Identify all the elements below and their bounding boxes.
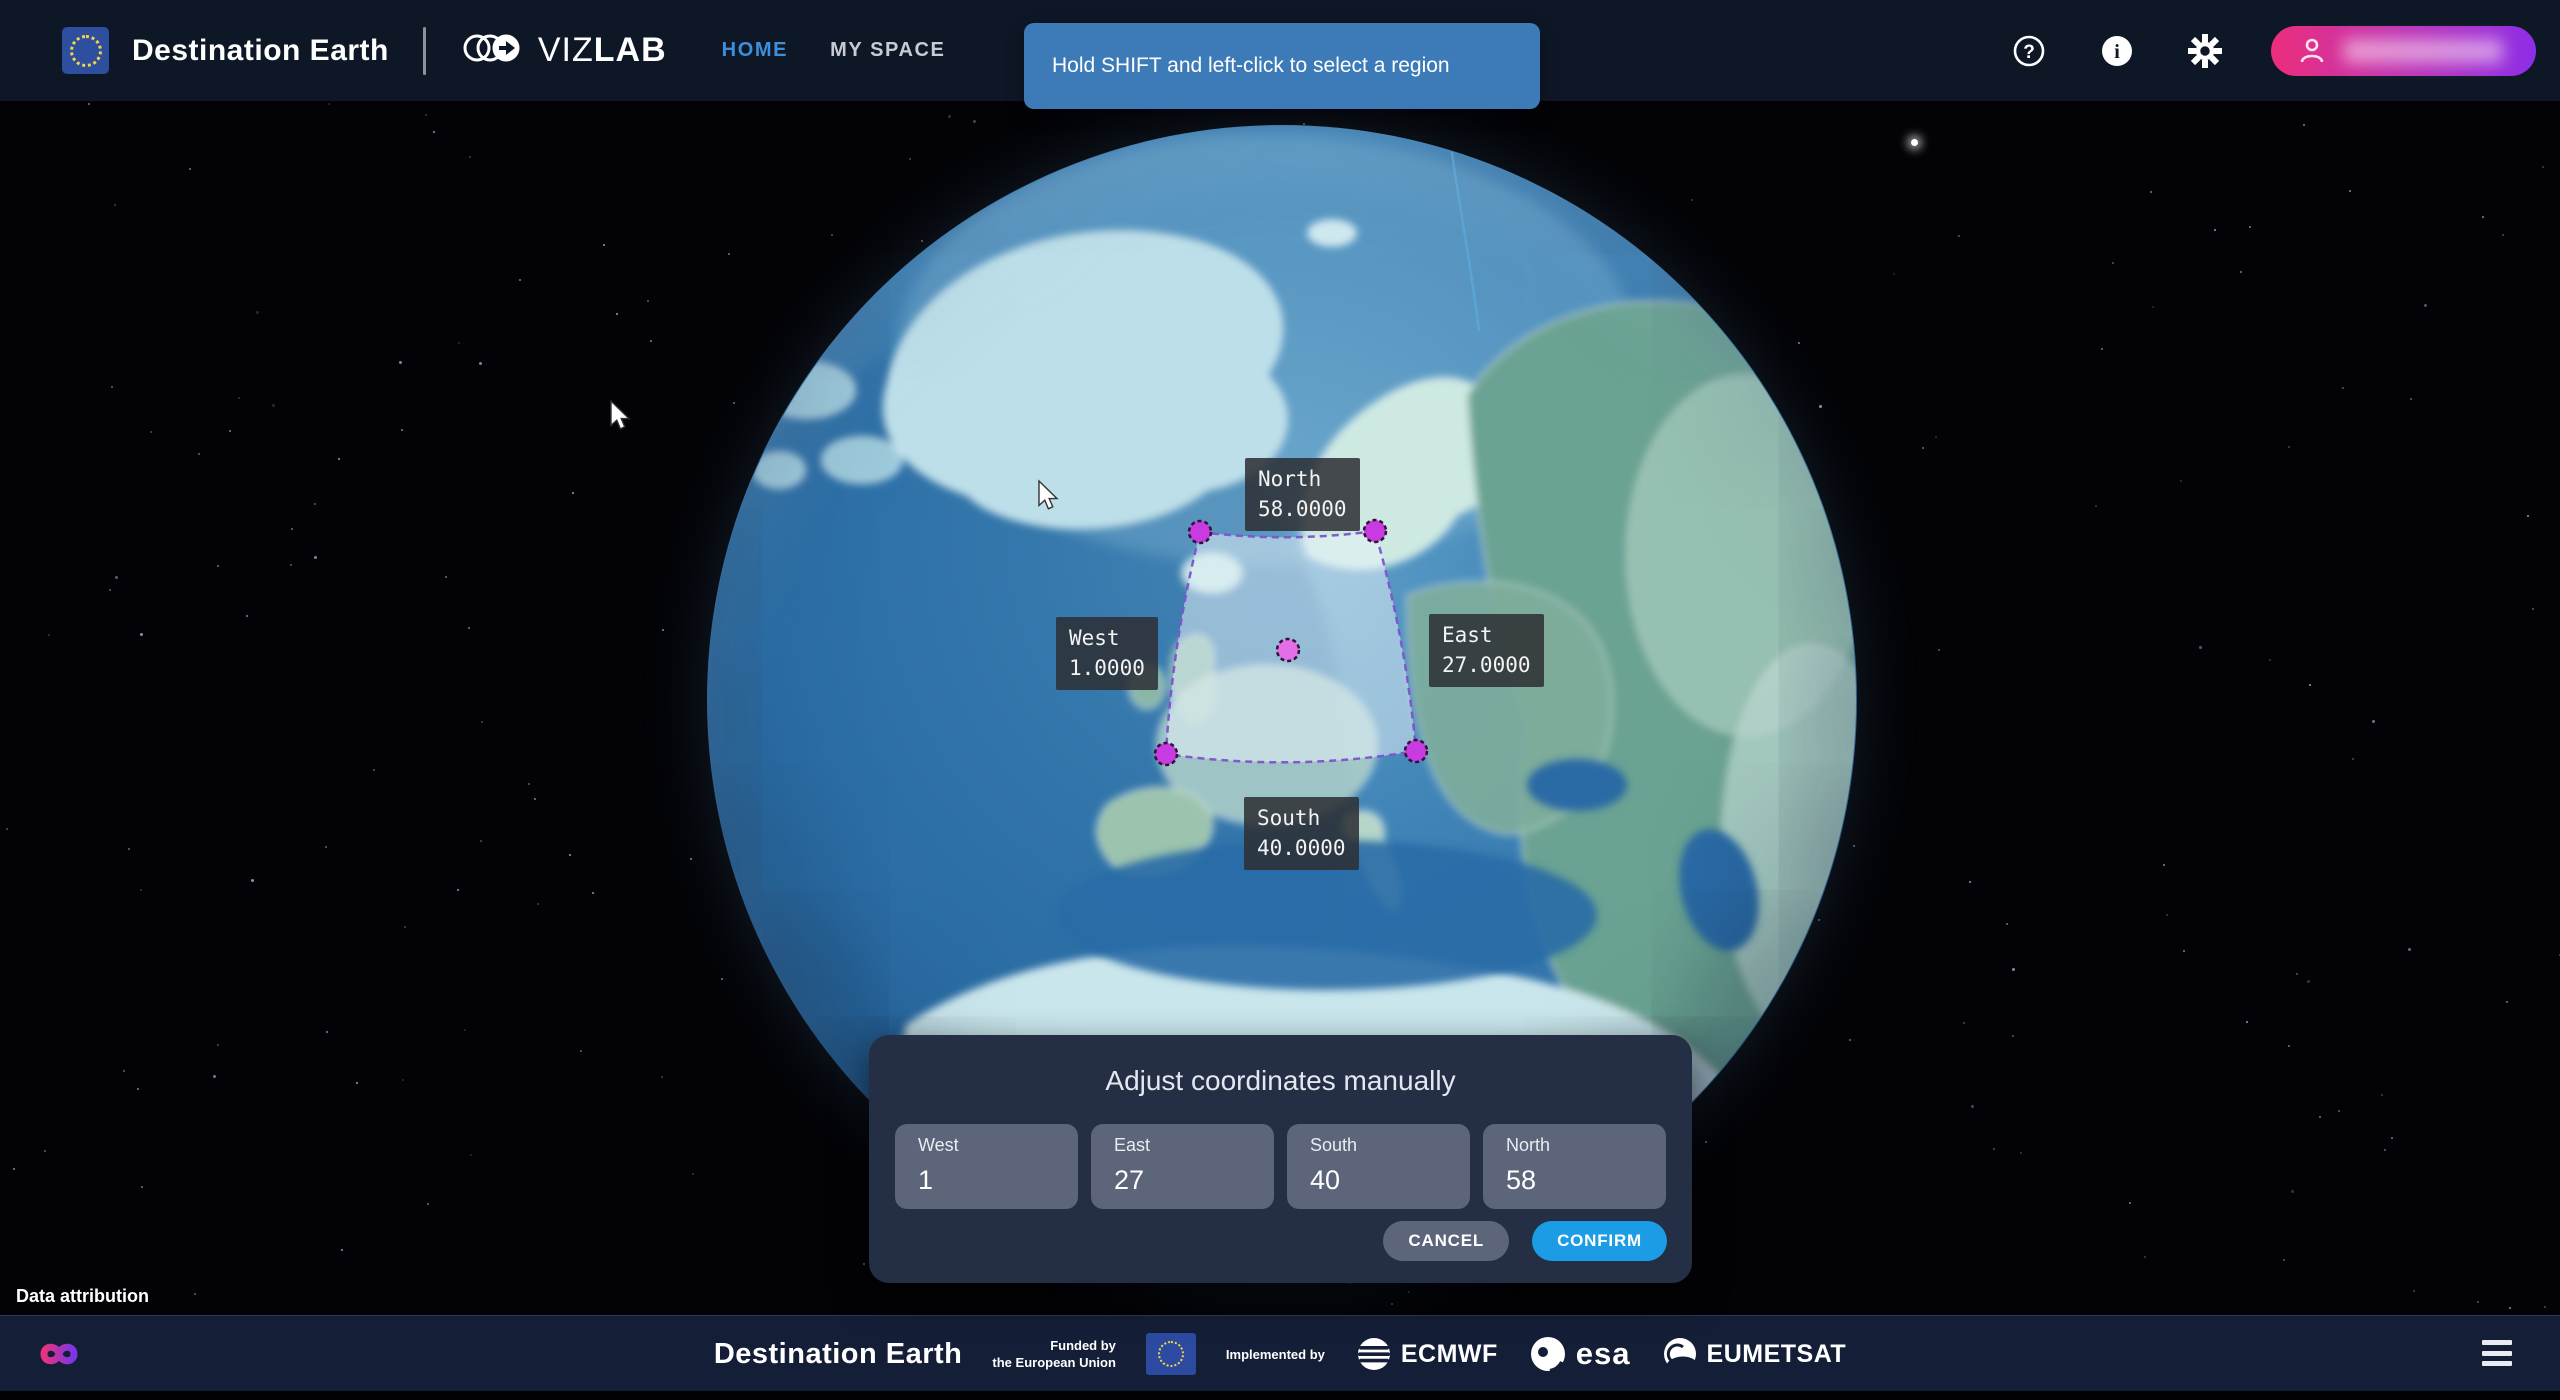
eumetsat-icon xyxy=(1661,1335,1699,1373)
panel-title: Adjust coordinates manually xyxy=(895,1065,1666,1097)
vizlab-wordmark: VIZLAB xyxy=(538,31,667,70)
coord-label-south: South 40.0000 xyxy=(1244,797,1359,870)
coord-label-east: East 27.0000 xyxy=(1429,614,1544,687)
implemented-by-text: Implemented by xyxy=(1226,1347,1325,1362)
tab-my-space[interactable]: MY SPACE xyxy=(830,39,945,62)
person-icon xyxy=(2299,37,2325,65)
ecmwf-logo: ECMWF xyxy=(1355,1335,1498,1373)
eu-flag-icon xyxy=(1146,1333,1196,1375)
selection-handle-top-left[interactable] xyxy=(1189,521,1211,543)
vizlab-logo-icon xyxy=(462,26,526,75)
main-nav: HOME MY SPACE xyxy=(722,39,946,62)
adjust-coordinates-panel: Adjust coordinates manually West 1 East … xyxy=(869,1035,1692,1283)
mouse-cursor-secondary xyxy=(1037,479,1067,512)
selection-handle-bottom-right[interactable] xyxy=(1405,740,1427,762)
west-field[interactable]: West 1 xyxy=(895,1124,1078,1209)
bottom-strip xyxy=(0,1391,2560,1400)
shift-select-tooltip: Hold SHIFT and left-click to select a re… xyxy=(1024,23,1540,109)
footer-bar: Destination Earth Funded by the European… xyxy=(0,1315,2560,1392)
footer-menu-icon[interactable] xyxy=(2482,1340,2512,1366)
eumetsat-logo: EUMETSAT xyxy=(1661,1335,1847,1373)
confirm-button[interactable]: CONFIRM xyxy=(1532,1221,1667,1261)
coord-label-west: West 1.0000 xyxy=(1056,617,1158,690)
eu-stars-icon xyxy=(70,35,102,67)
north-field[interactable]: North 58 xyxy=(1483,1124,1666,1209)
tab-home[interactable]: HOME xyxy=(722,39,788,62)
selection-handle-bottom-left[interactable] xyxy=(1155,743,1177,765)
cancel-button[interactable]: CANCEL xyxy=(1383,1221,1509,1261)
divider xyxy=(423,27,426,75)
footer-brand: Destination Earth xyxy=(714,1338,963,1371)
east-field[interactable]: East 27 xyxy=(1091,1124,1274,1209)
selection-handle-center[interactable] xyxy=(1277,639,1299,661)
user-name-redacted xyxy=(2343,39,2503,63)
brand-title: Destination Earth xyxy=(132,34,389,68)
esa-icon xyxy=(1528,1334,1568,1374)
user-account-button[interactable] xyxy=(2271,26,2536,76)
selection-handle-top-right[interactable] xyxy=(1364,520,1386,542)
info-icon[interactable]: i xyxy=(2095,29,2139,73)
destination-earth-logo xyxy=(62,27,109,74)
south-field[interactable]: South 40 xyxy=(1287,1124,1470,1209)
esa-logo: esa xyxy=(1528,1334,1631,1374)
mouse-cursor xyxy=(609,399,639,432)
bright-star xyxy=(1911,139,1918,146)
ecmwf-icon xyxy=(1355,1335,1393,1373)
coord-label-north: North 58.0000 xyxy=(1245,458,1360,531)
settings-gear-icon[interactable] xyxy=(2183,29,2227,73)
funded-by-text: Funded by the European Union xyxy=(992,1337,1116,1371)
svg-text:i: i xyxy=(2114,41,2120,63)
tooltip-text: Hold SHIFT and left-click to select a re… xyxy=(1052,54,1450,78)
help-icon[interactable]: ? xyxy=(2007,29,2051,73)
data-attribution-link[interactable]: Data attribution xyxy=(16,1286,149,1307)
svg-text:?: ? xyxy=(2023,42,2035,63)
